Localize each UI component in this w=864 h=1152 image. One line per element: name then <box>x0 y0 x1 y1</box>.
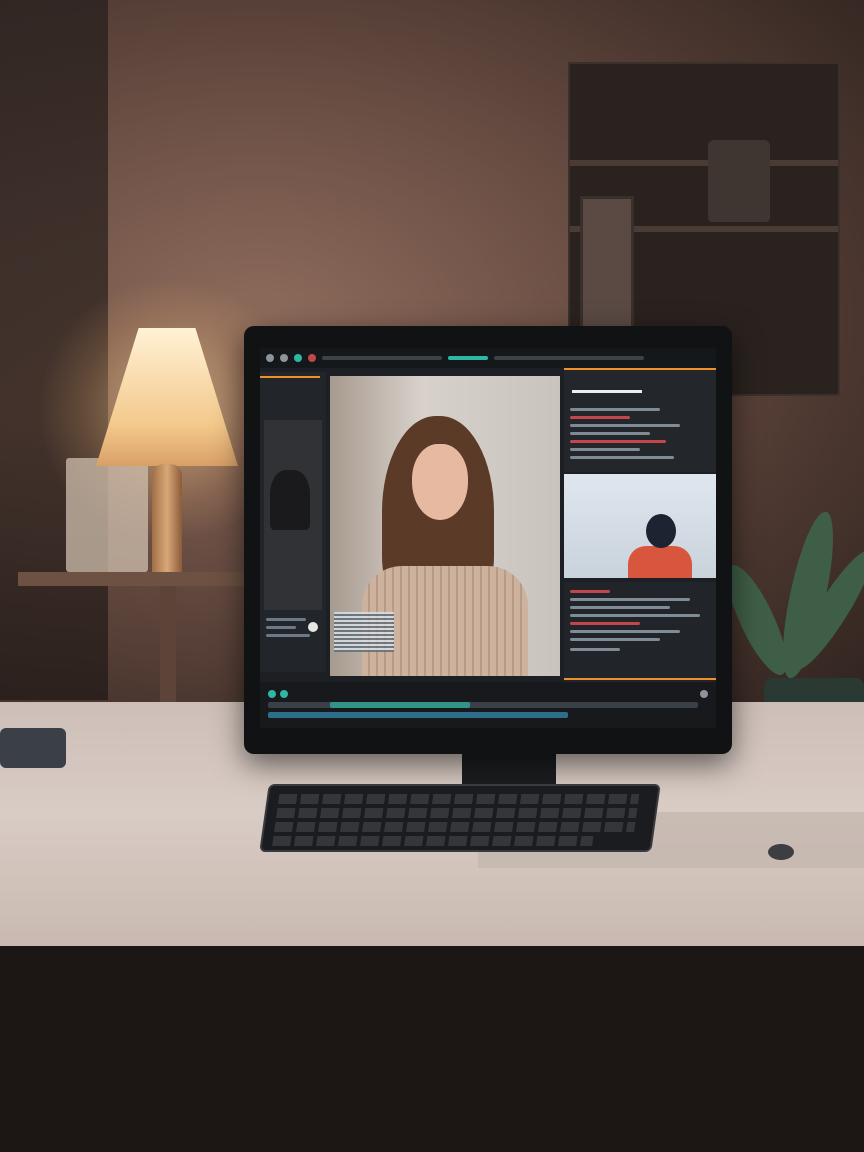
monitor <box>244 326 732 754</box>
toolbar-strip <box>494 356 644 360</box>
key-row[interactable] <box>277 794 640 804</box>
inspector-row <box>570 432 650 435</box>
mouse[interactable] <box>768 844 794 860</box>
inspector-row <box>570 440 666 443</box>
notes-row <box>570 614 700 617</box>
timeline[interactable] <box>260 682 716 728</box>
settings-icon[interactable] <box>294 354 302 362</box>
play-icon[interactable] <box>266 354 274 362</box>
screen <box>260 348 716 728</box>
inspector-row <box>570 448 640 451</box>
subject-face <box>412 444 468 520</box>
toolbar-strip <box>322 356 442 360</box>
desk-front <box>0 946 864 1152</box>
shelf-board <box>570 160 838 166</box>
clip-meta <box>266 634 310 637</box>
viewer-overlay <box>334 612 394 652</box>
paper-box <box>66 458 148 572</box>
key-row[interactable] <box>276 808 638 818</box>
timeline-clip[interactable] <box>330 702 470 708</box>
inspector-row <box>570 424 680 427</box>
key-row[interactable] <box>274 822 636 832</box>
notes-row <box>570 638 660 641</box>
inspector-panel <box>564 368 716 472</box>
marker-icon[interactable] <box>268 690 276 698</box>
video-viewer[interactable] <box>330 376 560 676</box>
export-icon[interactable] <box>308 354 316 362</box>
cut-icon[interactable] <box>280 354 288 362</box>
record-button[interactable] <box>308 622 318 632</box>
clip-meta <box>266 626 296 629</box>
side-table <box>18 572 246 586</box>
preview-subject-head <box>646 514 676 548</box>
key-row[interactable] <box>272 836 594 846</box>
side-table-leg <box>160 586 176 704</box>
zoom-icon[interactable] <box>700 690 708 698</box>
clip-thumbnail[interactable] <box>264 420 322 610</box>
notes-row <box>570 630 680 633</box>
notes-row <box>570 606 670 609</box>
inspector-row <box>570 416 630 419</box>
lamp-base <box>152 464 182 576</box>
clip-subject <box>270 470 310 530</box>
keyboard[interactable] <box>259 784 661 852</box>
preview-window[interactable] <box>564 474 716 578</box>
inspector-row <box>570 456 674 459</box>
inspector-slider[interactable] <box>572 390 642 393</box>
toolbar-highlight <box>448 356 488 360</box>
panel-accent <box>260 376 320 378</box>
top-toolbar <box>260 348 716 368</box>
marker-icon[interactable] <box>280 690 288 698</box>
notes-row <box>570 622 640 625</box>
clip-meta <box>266 618 306 621</box>
notes-row <box>570 648 620 651</box>
camera-device <box>0 728 66 768</box>
notes-row <box>570 590 610 593</box>
notes-panel <box>564 582 716 682</box>
timeline-clip[interactable] <box>268 712 568 718</box>
preview-subject-body <box>628 546 692 578</box>
notes-row <box>570 598 690 601</box>
panel-accent <box>564 368 716 370</box>
left-browser-panel <box>260 372 326 672</box>
inspector-row <box>570 408 660 411</box>
shelf-jar <box>708 140 770 222</box>
panel-accent <box>564 678 716 680</box>
